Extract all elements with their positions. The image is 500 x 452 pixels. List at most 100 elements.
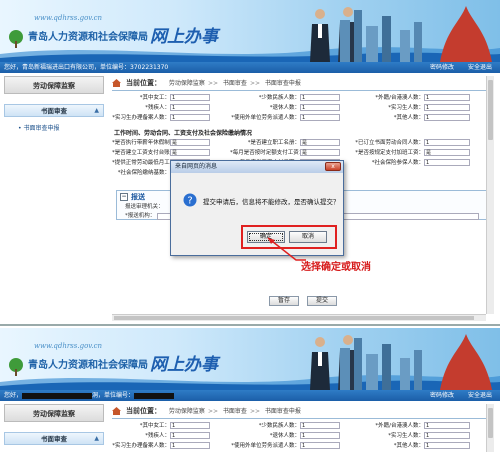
vertical-scrollbar[interactable] bbox=[486, 404, 494, 452]
field-input[interactable]: 是 bbox=[424, 149, 470, 156]
horizontal-scrollbar[interactable] bbox=[112, 314, 486, 321]
breadcrumb-label: 当前位置： bbox=[126, 407, 161, 415]
field-label: *是否执行带薪年休假制度： bbox=[112, 140, 181, 146]
field-label: *退休人数： bbox=[269, 433, 300, 439]
form-field: *每月是否按时足额支付工资：是 bbox=[230, 149, 340, 158]
form-row: *其中女工： 1 *少数民族人数： 1 *外籍/台港澳人数： 1 bbox=[112, 422, 494, 431]
close-icon[interactable]: x bbox=[325, 162, 341, 171]
form-field: *是否执行带薪年休假制度：是 bbox=[112, 139, 210, 148]
field-input[interactable]: 1 bbox=[170, 432, 210, 439]
breadcrumb-item-1[interactable]: 劳动保障监察 bbox=[169, 80, 205, 87]
field-input[interactable]: 1 bbox=[170, 442, 210, 449]
site-url: www.qdhrss.gov.cn bbox=[34, 342, 103, 350]
logout-link[interactable]: 安全退出 bbox=[468, 392, 492, 399]
logout-link[interactable]: 安全退出 bbox=[468, 64, 492, 71]
field-input[interactable]: 1 bbox=[300, 432, 340, 439]
dialog-message: 提交申请后，信息将不能修改，是否确认提交？ bbox=[203, 198, 340, 206]
svg-text:?: ? bbox=[187, 196, 192, 207]
form-row: *实习生办理备案人数： 1 *使用外单位劳务派遣人数： 1 *其他人数： 1 bbox=[112, 114, 494, 123]
save-draft-button[interactable]: 暂存 bbox=[269, 296, 300, 306]
field-input[interactable]: 是 bbox=[300, 139, 340, 146]
form-field: *是否建立职工名册：是 bbox=[230, 139, 340, 148]
city-skyline-image bbox=[340, 6, 492, 62]
sidebar-group-header[interactable]: 书面审查 ▲ bbox=[4, 104, 104, 117]
field-input[interactable]: 1 bbox=[300, 442, 340, 449]
sidebar: 劳动保障监察 书面审查 ▲ • 书面审查申报 bbox=[4, 76, 104, 132]
form-field: *残疾人： 1 bbox=[112, 432, 210, 441]
field-label: *社会保险缴纳基数： bbox=[117, 170, 170, 176]
form-field: *残疾人： 1 bbox=[112, 104, 210, 113]
collapse-icon[interactable]: − bbox=[120, 193, 128, 201]
form-field: *少数民族人数： 1 bbox=[230, 422, 340, 431]
form-field: *其中女工： 1 bbox=[112, 422, 210, 431]
chevron-up-icon: ▲ bbox=[94, 107, 99, 114]
field-input[interactable]: 1 bbox=[300, 114, 340, 121]
field-input[interactable]: 1 bbox=[424, 442, 470, 449]
form-field: *使用外单位劳务派遣人数： 1 bbox=[230, 442, 340, 451]
breadcrumb-item-2[interactable]: 书面审查 bbox=[223, 408, 247, 415]
field-input[interactable]: 是 bbox=[170, 139, 210, 146]
form-field: *退休人数： 1 bbox=[230, 432, 340, 441]
change-password-link[interactable]: 密码修改 bbox=[430, 392, 454, 399]
greeting-text: 您好， bbox=[4, 392, 23, 399]
question-icon: ? bbox=[183, 193, 197, 207]
confirm-dialog: 来自网页的消息 x ? 提交申请后，信息将不能修改，是否确认提交？ 确定 取消 bbox=[170, 160, 344, 256]
form-field: *社会保险参保人数： 1 bbox=[352, 159, 470, 168]
redacted-unit-code bbox=[134, 392, 175, 399]
form-field: *已订立书面劳动合同人数： 1 bbox=[352, 139, 470, 148]
home-icon bbox=[112, 407, 121, 415]
breadcrumb-label: 当前位置： bbox=[126, 79, 161, 87]
field-input[interactable]: 是 bbox=[300, 149, 340, 156]
field-input[interactable]: 是 bbox=[170, 149, 210, 156]
field-input[interactable]: 1 bbox=[170, 94, 210, 101]
form-field: *其中女工： 1 bbox=[112, 94, 210, 103]
field-input[interactable]: 1 bbox=[300, 422, 340, 429]
field-input[interactable]: 1 bbox=[424, 94, 470, 101]
form-field: *是否建立工资支付台账：是 bbox=[112, 149, 210, 158]
breadcrumb-item-1[interactable]: 劳动保障监察 bbox=[169, 408, 205, 415]
dialog-title: 来自网页的消息 bbox=[175, 163, 218, 170]
field-input[interactable]: 1 bbox=[170, 422, 210, 429]
field-input[interactable]: 1 bbox=[424, 139, 470, 146]
company-name: 青岛新福瑞进出口有限公司 bbox=[22, 64, 95, 71]
sidebar-item-review-apply[interactable]: • 书面审查申报 bbox=[4, 123, 104, 132]
field-input[interactable]: 1 bbox=[300, 94, 340, 101]
main-content: 当前位置： 劳动保障监察 >> 书面审查 >> 书面审查申报 *其中女工： 1 *少数民… bbox=[112, 404, 494, 452]
field-input[interactable]: 1 bbox=[170, 114, 210, 121]
field-label: *使用外单位劳务派遣人数： bbox=[231, 443, 300, 449]
form-row: *是否建立工资支付台账：是 *每月是否按时足额支付工资：是 *是否按规定支付加班工资… bbox=[112, 149, 494, 158]
field-label: *退休人数： bbox=[269, 105, 300, 111]
review-org-label: *报送机构： bbox=[125, 213, 156, 219]
breadcrumb: 当前位置： 劳动保障监察 >> 书面审查 >> 书面审查申报 bbox=[112, 404, 494, 418]
field-input[interactable]: 1 bbox=[424, 432, 470, 439]
field-label: *是否按规定支付加班工资： bbox=[355, 150, 424, 156]
field-label: *残疾人： bbox=[145, 105, 170, 111]
field-input[interactable]: 1 bbox=[170, 104, 210, 111]
submit-button[interactable]: 提交 bbox=[306, 296, 337, 306]
screenshot-bottom: www.qdhrss.gov.cn 青岛人力资源和社会保障局 网上办事 您好，洞… bbox=[0, 328, 500, 452]
field-label: *已订立书面劳动合同人数： bbox=[355, 140, 424, 146]
site-url: www.qdhrss.gov.cn bbox=[34, 14, 103, 22]
field-label: *其中女工： bbox=[139, 95, 170, 101]
sidebar-group-header[interactable]: 书面审查 ▲ bbox=[4, 432, 104, 445]
field-input[interactable]: 1 bbox=[424, 114, 470, 121]
field-input[interactable]: 1 bbox=[424, 159, 470, 166]
user-info-bar: 您好，青岛新福瑞进出口有限公司，单位编号：3702231370 密码修改 安全退… bbox=[0, 62, 500, 73]
vertical-scrollbar[interactable] bbox=[486, 76, 494, 314]
field-input[interactable]: 1 bbox=[300, 104, 340, 111]
field-label: *是否建立工资支付台账： bbox=[112, 150, 176, 156]
review-authority-label: 报送审理机关： bbox=[125, 204, 164, 210]
form-field: *退休人数： 1 bbox=[230, 104, 340, 113]
breadcrumb-item-2[interactable]: 书面审查 bbox=[223, 80, 247, 87]
field-label: *外籍/台港澳人数： bbox=[375, 423, 424, 429]
field-input[interactable]: 1 bbox=[424, 104, 470, 111]
form-row: *其中女工： 1 *少数民族人数： 1 *外籍/台港澳人数： 1 bbox=[112, 94, 494, 103]
annotation-callout: 选择确定或取消 bbox=[301, 262, 371, 273]
form-field: *其他人数： 1 bbox=[352, 114, 470, 123]
field-input[interactable]: 1 bbox=[424, 422, 470, 429]
form-field: *外籍/台港澳人数： 1 bbox=[352, 94, 470, 103]
form-field: *使用外单位劳务派遣人数： 1 bbox=[230, 114, 340, 123]
section-heading: 工作时间、劳动合同、工资支付及社会保险缴纳情况 bbox=[114, 130, 253, 137]
change-password-link[interactable]: 密码修改 bbox=[430, 64, 454, 71]
breadcrumb: 当前位置： 劳动保障监察 >> 书面审查 >> 书面审查申报 bbox=[112, 76, 494, 90]
